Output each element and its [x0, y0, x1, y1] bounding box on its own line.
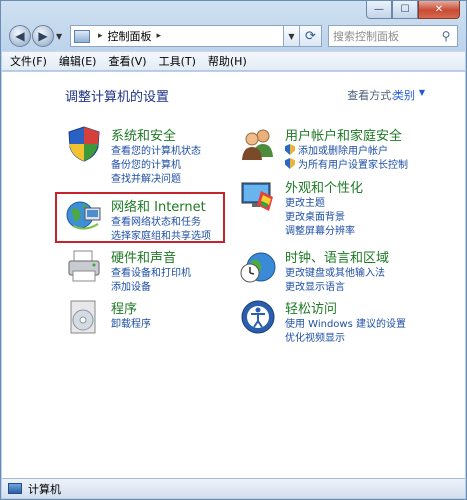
program-disc-icon: [70, 300, 96, 334]
link-view-computer-status[interactable]: 查看您的计算机状态: [111, 142, 201, 157]
content-pane: 调整计算机的设置 查看方式: 类别 ▼ 系统和安全 查看您的计算机状态 备份您的…: [2, 72, 465, 478]
link-optimize-display[interactable]: 优化视频显示: [285, 329, 345, 344]
view-by-dropdown-icon[interactable]: ▼: [419, 88, 425, 97]
status-text: 计算机: [28, 482, 61, 496]
shield-icon: [68, 126, 100, 162]
menu-bar: 文件(F) 编辑(E) 查看(V) 工具(T) 帮助(H): [2, 51, 465, 71]
link-parental-controls[interactable]: 为所有用户设置家长控制: [285, 156, 408, 171]
highlight-box: [55, 192, 225, 243]
menu-help[interactable]: 帮助(H): [208, 53, 247, 69]
printer-icon: [68, 250, 100, 282]
menu-file[interactable]: 文件(F): [10, 53, 47, 69]
uac-shield-icon: [285, 144, 295, 155]
navigation-bar: ◀ ▶ ▼ ▸ 控制面板 ▸ ▼ ⟳ 搜索控制面板 ⚲: [9, 23, 458, 49]
menu-view[interactable]: 查看(V): [108, 53, 146, 69]
forward-button[interactable]: ▶: [32, 25, 54, 47]
link-uninstall-program[interactable]: 卸载程序: [111, 315, 151, 330]
link-desktop-background[interactable]: 更改桌面背景: [285, 208, 345, 223]
search-placeholder: 搜索控制面板: [333, 30, 399, 43]
link-devices-printers[interactable]: 查看设备和打印机: [111, 264, 191, 279]
view-by-label: 查看方式:: [347, 89, 395, 102]
status-bar: 计算机: [2, 478, 465, 498]
menu-edit[interactable]: 编辑(E): [59, 53, 97, 69]
clock-globe-icon: [240, 252, 276, 283]
link-add-device[interactable]: 添加设备: [111, 278, 151, 293]
recent-pages-dropdown[interactable]: ▼: [56, 32, 66, 41]
back-button[interactable]: ◀: [9, 25, 31, 47]
close-button[interactable]: ✕: [418, 1, 460, 19]
breadcrumb-control-panel[interactable]: 控制面板: [108, 28, 152, 44]
link-add-remove-accounts[interactable]: 添加或删除用户帐户: [285, 142, 388, 157]
address-bar[interactable]: ▸ 控制面板 ▸: [70, 25, 284, 47]
link-screen-resolution[interactable]: 调整屏幕分辨率: [285, 222, 355, 237]
link-windows-suggested-settings[interactable]: 使用 Windows 建议的设置: [285, 315, 406, 330]
control-panel-window: — ☐ ✕ ◀ ▶ ▼ ▸ 控制面板 ▸ ▼ ⟳ 搜索控制面板 ⚲ 文件(F) …: [0, 0, 467, 500]
link-find-fix-problems[interactable]: 查找并解决问题: [111, 170, 181, 185]
search-input[interactable]: 搜索控制面板 ⚲: [328, 25, 458, 47]
monitor-palette-icon: [241, 182, 273, 211]
maximize-button[interactable]: ☐: [392, 1, 418, 19]
back-arrow-icon: ◀: [15, 29, 25, 43]
caption-buttons: — ☐ ✕: [366, 1, 460, 19]
refresh-icon: ⟳: [305, 28, 316, 44]
link-backup-computer[interactable]: 备份您的计算机: [111, 156, 181, 171]
refresh-button[interactable]: ⟳: [300, 25, 322, 47]
address-dropdown-button[interactable]: ▼: [284, 25, 300, 47]
link-change-theme[interactable]: 更改主题: [285, 194, 325, 209]
minimize-button[interactable]: —: [366, 1, 392, 19]
uac-shield-icon: [285, 158, 295, 169]
ease-of-access-icon: [241, 300, 275, 334]
computer-icon: [8, 483, 22, 494]
control-panel-folder-icon: [74, 29, 90, 43]
menu-tools[interactable]: 工具(T): [159, 53, 196, 69]
link-display-language[interactable]: 更改显示语言: [285, 278, 345, 293]
users-icon: [242, 129, 273, 160]
forward-arrow-icon: ▶: [38, 29, 48, 43]
page-title: 调整计算机的设置: [65, 90, 170, 105]
breadcrumb-separator-icon: ▸: [98, 31, 103, 41]
breadcrumb-separator-icon: ▸: [156, 31, 162, 41]
link-keyboard-input[interactable]: 更改键盘或其他输入法: [285, 264, 385, 279]
search-icon[interactable]: ⚲: [435, 29, 457, 43]
view-by-select[interactable]: 类别: [393, 87, 415, 103]
